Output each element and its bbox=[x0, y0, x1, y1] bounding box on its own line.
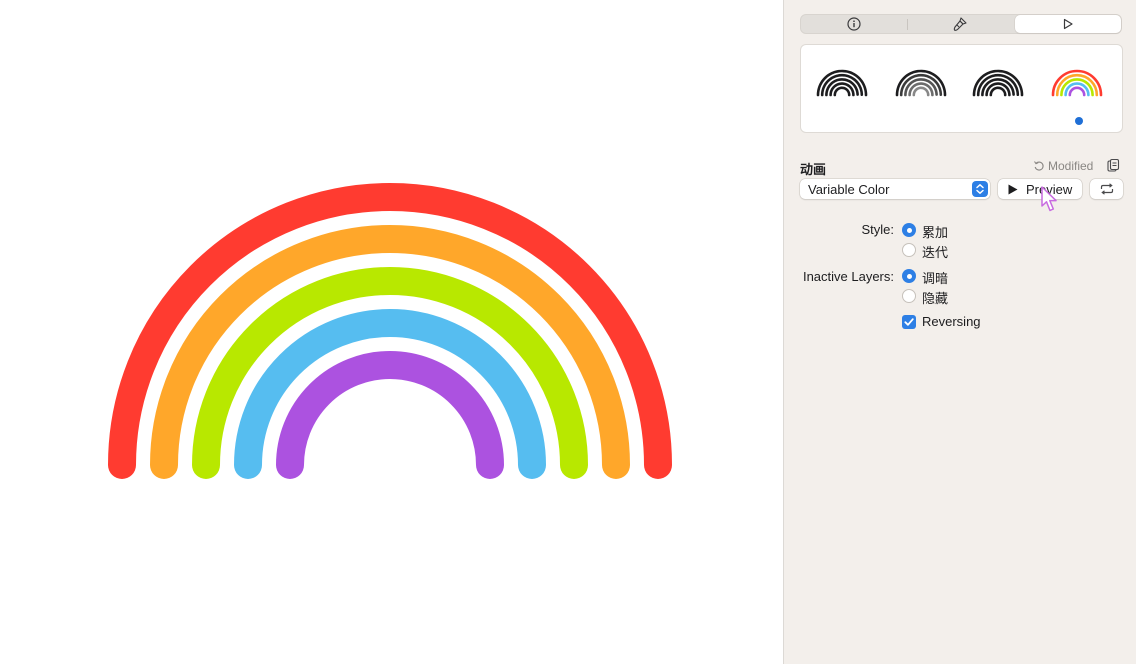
selection-indicator-dot bbox=[1075, 117, 1083, 125]
inactive-layers-label: Inactive Layers: bbox=[802, 269, 894, 284]
checkmark-icon bbox=[904, 318, 914, 326]
rendering-mode-gallery bbox=[800, 44, 1123, 133]
revert-icon bbox=[1034, 161, 1044, 171]
thumbnail-multicolor[interactable] bbox=[1051, 65, 1103, 97]
inspector-tab-control bbox=[800, 14, 1122, 34]
thumbnail-hierarchical[interactable] bbox=[895, 65, 947, 97]
style-option-1[interactable]: 迭代 bbox=[922, 242, 948, 261]
animation-section-title: 动画 bbox=[800, 162, 827, 177]
rainbow-arc-4 bbox=[276, 351, 504, 479]
style-option-0[interactable]: 累加 bbox=[922, 222, 948, 241]
modified-label: Modified bbox=[1048, 159, 1094, 173]
inactive-layers-radio-1[interactable] bbox=[902, 289, 916, 303]
animation-effect-popup[interactable]: Variable Color bbox=[800, 179, 990, 199]
tab-animation[interactable] bbox=[1015, 15, 1121, 33]
style-label: Style: bbox=[861, 222, 894, 237]
style-radio-0[interactable] bbox=[902, 223, 916, 237]
inactive-layers-radio-0[interactable] bbox=[902, 269, 916, 283]
style-radio-1[interactable] bbox=[902, 243, 916, 257]
inactive-layers-option-0[interactable]: 调暗 bbox=[922, 268, 948, 287]
reversing-checkbox[interactable] bbox=[902, 315, 916, 329]
copy-clipboard-icon bbox=[1107, 158, 1120, 172]
play-icon bbox=[1063, 18, 1073, 30]
rainbow-symbol bbox=[108, 183, 672, 479]
tab-rendering[interactable] bbox=[907, 15, 1013, 33]
thumbnail-monochrome[interactable] bbox=[816, 65, 868, 97]
animation-effect-value: Variable Color bbox=[808, 181, 890, 197]
inactive-layers-option-1[interactable]: 隐藏 bbox=[922, 288, 948, 307]
symbol-canvas bbox=[0, 0, 783, 664]
reversing-label[interactable]: Reversing bbox=[922, 314, 981, 329]
modified-indicator[interactable]: Modified bbox=[1033, 159, 1093, 173]
repeat-button[interactable] bbox=[1090, 179, 1123, 199]
repeat-icon bbox=[1100, 183, 1113, 195]
thumbnail-palette[interactable] bbox=[972, 65, 1024, 97]
copy-button[interactable] bbox=[1105, 158, 1121, 174]
tab-info[interactable] bbox=[801, 15, 907, 33]
popup-arrows-icon bbox=[972, 181, 988, 197]
info-icon bbox=[847, 17, 861, 31]
paintbrush-icon bbox=[953, 17, 967, 31]
play-icon bbox=[1008, 184, 1018, 194]
mouse-cursor-icon bbox=[1041, 186, 1057, 212]
inspector-panel: 动画 Modified Variable Color Preview Style… bbox=[784, 0, 1136, 664]
